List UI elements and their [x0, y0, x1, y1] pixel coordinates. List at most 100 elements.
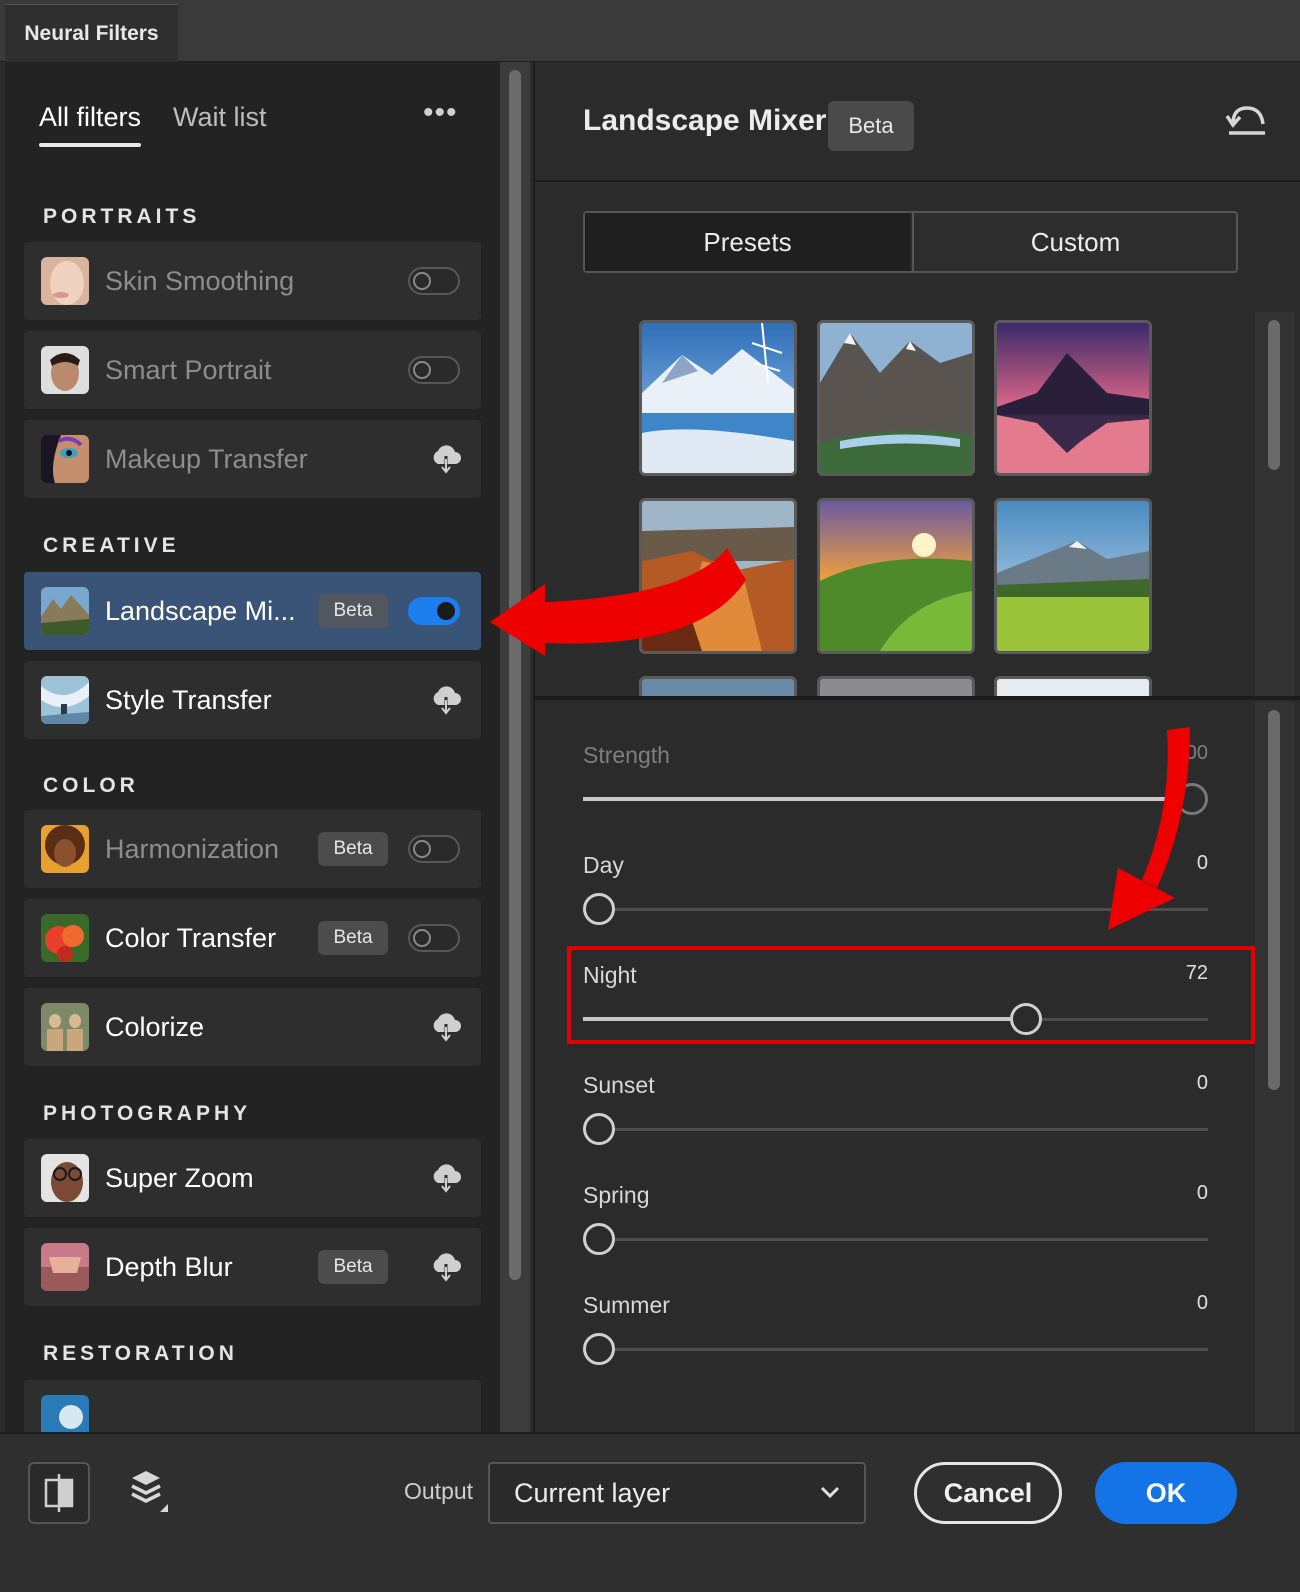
section-creative: CREATIVE: [43, 534, 180, 557]
summer-slider[interactable]: Summer 0: [583, 1292, 1208, 1402]
filter-item-makeup-transfer[interactable]: Makeup Transfer: [24, 420, 481, 498]
preset-sunrise-hills[interactable]: [817, 498, 975, 654]
slider-label: Summer: [583, 1292, 670, 1318]
cloud-download-icon[interactable]: [430, 444, 462, 474]
filter-header: Landscape Mixer Beta: [535, 62, 1300, 182]
slider-handle[interactable]: [1176, 783, 1208, 815]
filter-item-harmonization[interactable]: Harmonization Beta: [24, 810, 481, 888]
makeup-transfer-thumbnail: [41, 435, 89, 483]
slider-label: Day: [583, 852, 624, 878]
filter-label: Smart Portrait: [105, 355, 272, 385]
filter-item-super-zoom[interactable]: Super Zoom: [24, 1139, 481, 1217]
filter-label: Harmonization: [105, 834, 280, 864]
compare-view-button[interactable]: [28, 1462, 90, 1524]
night-slider[interactable]: Night 72: [583, 962, 1208, 1072]
landscape-mixer-thumbnail: [41, 587, 89, 635]
cloud-download-icon[interactable]: [430, 1252, 462, 1282]
slider-label: Spring: [583, 1182, 650, 1208]
filter-label: Style Transfer: [105, 685, 272, 715]
next-slider-partial[interactable]: [583, 1402, 1208, 1432]
filter-item-skin-smoothing[interactable]: Skin Smoothing: [24, 242, 481, 320]
chevron-down-icon: [820, 1486, 840, 1499]
section-portraits: PORTRAITS: [43, 205, 201, 228]
section-photography: PHOTOGRAPHY: [43, 1102, 252, 1125]
preset-snowy-lake[interactable]: [639, 320, 797, 476]
preset-mountain-valley[interactable]: [817, 320, 975, 476]
filter-label: Color Transfer: [105, 923, 277, 953]
color-transfer-thumbnail: [41, 914, 89, 962]
filter-item-style-transfer[interactable]: Style Transfer: [24, 661, 481, 739]
slider-value: 0: [1196, 1292, 1208, 1314]
filter-item-smart-portrait[interactable]: Smart Portrait: [24, 331, 481, 409]
day-slider[interactable]: Day 0: [583, 852, 1208, 962]
preset-canyon[interactable]: [639, 498, 797, 654]
slider-handle[interactable]: [583, 1223, 615, 1255]
section-restoration: RESTORATION: [43, 1342, 238, 1365]
more-options-icon[interactable]: •••: [423, 96, 458, 130]
preset-scrollbar[interactable]: [1255, 312, 1295, 697]
beta-badge: Beta: [318, 594, 388, 628]
slider-handle[interactable]: [1010, 1003, 1042, 1035]
filter-label: Skin Smoothing: [105, 266, 295, 296]
layer-preview-button[interactable]: [124, 1462, 186, 1524]
filter-label: Landscape Mi...: [105, 596, 296, 626]
slider-list: Strength 100 Day 0 Night 72 Sunset 0 Spr…: [535, 700, 1300, 1432]
sunset-slider[interactable]: Sunset 0: [583, 1072, 1208, 1182]
tab-all-filters[interactable]: All filters: [39, 102, 142, 147]
tab-presets[interactable]: Presets: [585, 213, 910, 271]
layers-icon: [131, 1471, 168, 1512]
filter-title: Landscape Mixer: [583, 104, 827, 137]
tab-wait-list[interactable]: Wait list: [173, 102, 267, 133]
filter-nav: All filters Wait list •••: [5, 62, 510, 182]
preset-alpine-meadow[interactable]: [994, 498, 1152, 654]
output-value: Current layer: [514, 1478, 671, 1508]
skin-smoothing-thumbnail: [41, 257, 89, 305]
slider-handle[interactable]: [583, 893, 615, 925]
preset-custom-switch: Presets Custom: [583, 211, 1238, 273]
split-view-icon: [44, 1474, 74, 1512]
landscape-mixer-toggle[interactable]: [408, 597, 460, 625]
tab-custom[interactable]: Custom: [912, 213, 1237, 271]
filter-label: Colorize: [105, 1012, 205, 1042]
spring-slider[interactable]: Spring 0: [583, 1182, 1208, 1292]
output-label: Output: [404, 1478, 474, 1504]
cloud-download-icon[interactable]: [430, 1012, 462, 1042]
colorize-thumbnail: [41, 1003, 89, 1051]
partial-filter-thumbnail: [41, 1395, 89, 1432]
output-select[interactable]: Current layer: [488, 1462, 866, 1524]
neural-filters-tab[interactable]: Neural Filters: [5, 4, 178, 62]
super-zoom-thumbnail: [41, 1154, 89, 1202]
slider-handle[interactable]: [583, 1113, 615, 1145]
ok-button[interactable]: OK: [1095, 1462, 1237, 1524]
section-color: COLOR: [43, 774, 139, 797]
slider-label: Strength: [583, 742, 670, 768]
filter-list-panel: All filters Wait list ••• PORTRAITS Skin…: [5, 62, 510, 1432]
filter-item-depth-blur[interactable]: Depth Blur Beta: [24, 1228, 481, 1306]
cancel-button[interactable]: Cancel: [914, 1462, 1062, 1524]
filter-item-partial[interactable]: [24, 1380, 481, 1432]
beta-badge: Beta: [318, 832, 388, 866]
slider-value: 72: [1185, 962, 1208, 984]
harmonization-toggle[interactable]: [408, 835, 460, 863]
cloud-download-icon[interactable]: [430, 685, 462, 715]
preset-sunset-peak[interactable]: [994, 320, 1152, 476]
color-transfer-toggle[interactable]: [408, 924, 460, 952]
slider-scrollbar[interactable]: [1255, 702, 1295, 1432]
filter-label: Makeup Transfer: [105, 444, 308, 474]
smart-portrait-toggle[interactable]: [408, 356, 460, 384]
filter-settings-panel: Landscape Mixer Beta Presets Custom Stre…: [533, 62, 1300, 1432]
filter-item-landscape-mixer[interactable]: Landscape Mi... Beta: [24, 572, 481, 650]
filter-list-scrollbar[interactable]: [500, 62, 530, 1432]
skin-smoothing-toggle[interactable]: [408, 267, 460, 295]
harmonization-thumbnail: [41, 825, 89, 873]
beta-badge: Beta: [318, 921, 388, 955]
smart-portrait-thumbnail: [41, 346, 89, 394]
slider-label: Night: [583, 962, 637, 988]
reset-icon[interactable]: [1225, 102, 1267, 138]
strength-slider[interactable]: Strength 100: [583, 742, 1208, 852]
filter-item-colorize[interactable]: Colorize: [24, 988, 481, 1066]
cloud-download-icon[interactable]: [430, 1163, 462, 1193]
filter-item-color-transfer[interactable]: Color Transfer Beta: [24, 899, 481, 977]
filter-label: Depth Blur: [105, 1252, 233, 1282]
slider-handle[interactable]: [583, 1333, 615, 1365]
